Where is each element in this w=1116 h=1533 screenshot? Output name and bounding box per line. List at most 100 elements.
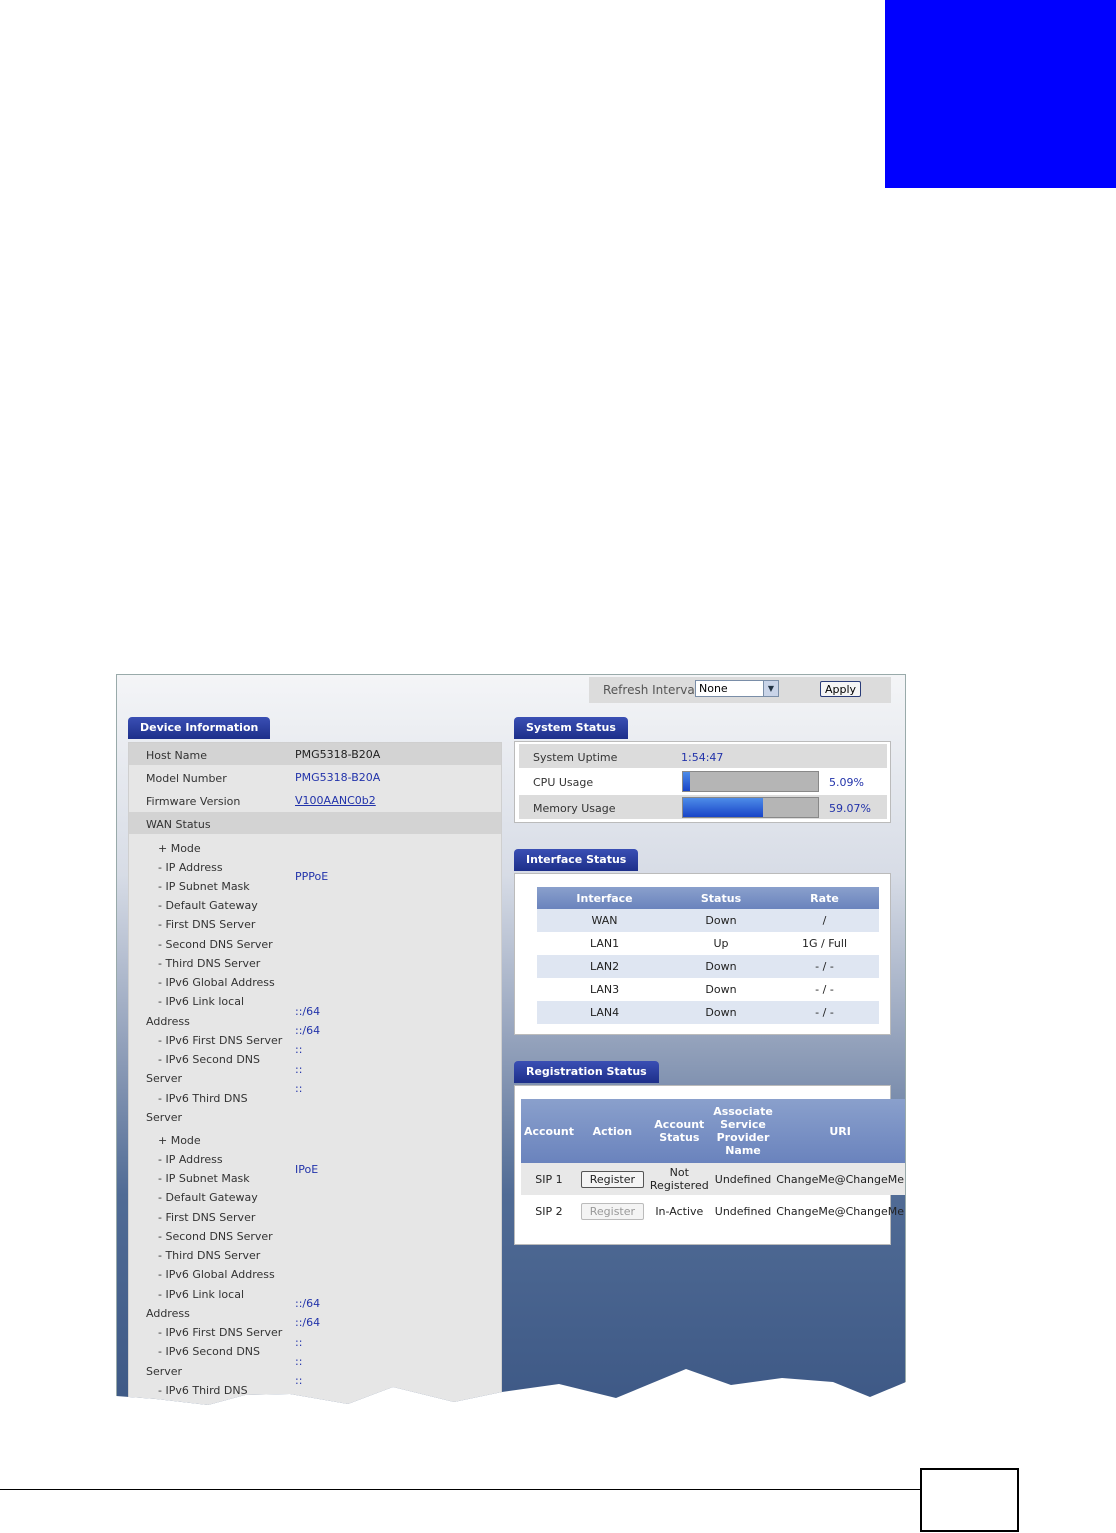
- status-cell: Down: [672, 1001, 770, 1024]
- action-cell: Register: [576, 1163, 648, 1195]
- wan1-ipv6-dns2-label-2: Server: [146, 1072, 183, 1085]
- wan2-ipv6-dns2-label: - IPv6 Second DNS: [158, 1345, 261, 1358]
- account-cell: SIP 2: [535, 1204, 563, 1218]
- host-name-value: PMG5318-B20A: [295, 748, 381, 761]
- wan1-ip-address-label: - IP Address: [158, 861, 223, 874]
- model-number-label: Model Number: [146, 772, 227, 785]
- system-uptime-row: System Uptime 1:54:47: [519, 744, 887, 768]
- wan2-subnet-label: - IP Subnet Mask: [158, 1172, 250, 1185]
- model-number-row: Model Number PMG5318-B20A: [129, 766, 501, 788]
- wan2-ipv6-dns3-label-2: Server: [146, 1403, 183, 1414]
- host-name-label: Host Name: [146, 749, 207, 762]
- col-provider-name: Associate Service Provider Name: [710, 1099, 776, 1163]
- memory-usage-label: Memory Usage: [533, 802, 616, 815]
- system-status-panel: System Uptime 1:54:47 CPU Usage 5.09% Me…: [514, 741, 891, 823]
- registration-status-panel: Account Action Account Status Associate …: [514, 1085, 905, 1245]
- col-account: Account: [521, 1099, 577, 1163]
- wan1-mode-toggle[interactable]: + Mode: [158, 842, 201, 855]
- rate-cell: 1G / Full: [769, 932, 879, 955]
- col-rate: Rate: [769, 887, 879, 909]
- table-row: LAN1 Up 1G / Full: [537, 932, 879, 955]
- wan1-dns2-label: - Second DNS Server: [158, 938, 273, 951]
- rate-cell: /: [769, 909, 879, 932]
- wan1-ipv6-global-label: - IPv6 Global Address: [158, 976, 275, 989]
- interface-cell: LAN1: [537, 932, 673, 955]
- wan2-ip-address-label: - IP Address: [158, 1153, 223, 1166]
- interface-cell: WAN: [537, 909, 673, 932]
- wan-status-row: WAN Status: [129, 812, 501, 834]
- system-uptime-label: System Uptime: [533, 751, 618, 764]
- wan1-ipv6-value-5: ::: [295, 1082, 303, 1095]
- wan2-dns3-label: - Third DNS Server: [158, 1249, 261, 1262]
- memory-usage-value: 59.07%: [829, 802, 871, 815]
- refresh-interval-select[interactable]: None ▼: [695, 680, 779, 697]
- table-row: LAN2 Down - / -: [537, 955, 879, 978]
- wan2-ipv6-global-label: - IPv6 Global Address: [158, 1268, 275, 1281]
- wan2-mode-toggle[interactable]: + Mode: [158, 1134, 201, 1147]
- firmware-link-text[interactable]: V100AANC0b2: [295, 794, 376, 807]
- wan1-gateway-label: - Default Gateway: [158, 899, 258, 912]
- wan1-ipv6-value-1: ::/64: [295, 1005, 321, 1018]
- apply-button[interactable]: Apply: [820, 681, 861, 697]
- register-button[interactable]: Register: [580, 1170, 645, 1188]
- wan2-dns2-label: - Second DNS Server: [158, 1230, 273, 1243]
- interface-cell: LAN3: [537, 978, 673, 1001]
- wan2-gateway-label: - Default Gateway: [158, 1191, 258, 1204]
- col-status: Status: [672, 887, 770, 909]
- chevron-down-icon[interactable]: ▼: [763, 681, 778, 696]
- provider-cell: Undefined: [714, 1204, 772, 1218]
- memory-usage-row: Memory Usage 59.07%: [519, 795, 887, 819]
- action-cell: Register: [577, 1195, 648, 1227]
- wan2-ipv6-dns3-label: - IPv6 Third DNS: [158, 1384, 248, 1397]
- wan1-dns3-label: - Third DNS Server: [158, 957, 261, 970]
- tab-interface-status: Interface Status: [514, 849, 639, 871]
- col-action: Action: [576, 1099, 648, 1163]
- rate-cell: - / -: [769, 955, 879, 978]
- cpu-usage-row: CPU Usage 5.09%: [519, 769, 887, 793]
- interface-cell: LAN4: [537, 1001, 673, 1024]
- cpu-usage-bar: [682, 771, 819, 792]
- wan2-ipv6-dns2-label-2: Server: [146, 1365, 183, 1378]
- refresh-label: Refresh Interval:: [603, 683, 703, 697]
- col-account-status: Account Status: [647, 1099, 711, 1163]
- wan2-ipv6-value-2: ::/64: [295, 1316, 321, 1329]
- wan2-ipv6-link-label-2: Address: [146, 1307, 190, 1320]
- host-name-row: Host Name PMG5318-B20A: [129, 743, 501, 765]
- register-button-disabled[interactable]: Register: [580, 1202, 645, 1220]
- wan1-ipv6-dns1-label: - IPv6 First DNS Server: [158, 1034, 283, 1047]
- wan1-ipv6-dns3-label: - IPv6 Third DNS: [158, 1092, 248, 1105]
- model-number-value: PMG5318-B20A: [295, 771, 381, 784]
- refresh-bar: Refresh Interval: None ▼ Apply: [589, 677, 891, 703]
- rate-cell: - / -: [769, 1001, 879, 1024]
- chapter-tab: [885, 0, 1116, 188]
- firmware-version-link[interactable]: V100AANC0b2: [295, 794, 376, 807]
- table-row: LAN4 Down - / -: [537, 1001, 879, 1024]
- wan2-ipv6-dns1-label: - IPv6 First DNS Server: [158, 1326, 283, 1339]
- status-cell: Down: [672, 955, 770, 978]
- wan1-ipv6-dns3-label-2: Server: [146, 1111, 183, 1124]
- wan2-ipv6-link-label: - IPv6 Link local: [158, 1288, 245, 1301]
- tab-device-information: Device Information: [128, 717, 271, 739]
- status-cell: Up: [672, 932, 770, 955]
- wan1-ipv6-value-3: ::: [295, 1043, 303, 1056]
- rate-cell: - / -: [769, 978, 879, 1001]
- account-status-cell: Not Registered: [647, 1163, 711, 1195]
- interface-header-row: Interface Status Rate: [537, 887, 879, 909]
- provider-cell: Undefined: [710, 1163, 776, 1195]
- table-row: WAN Down /: [537, 909, 879, 932]
- memory-usage-fill: [683, 798, 763, 817]
- wan1-subnet-label: - IP Subnet Mask: [158, 880, 250, 893]
- wan2-mode-value: IPoE: [295, 1163, 319, 1176]
- wan-status-title: WAN Status: [146, 818, 211, 831]
- wan1-ipv6-value-2: ::/64: [295, 1024, 321, 1037]
- firmware-version-row: Firmware Version V100AANC0b2: [129, 789, 501, 811]
- footer-rule: [0, 1489, 920, 1490]
- tab-registration-status: Registration Status: [514, 1061, 659, 1083]
- wan2-ipv6-value-5: ::: [295, 1374, 303, 1387]
- account-status-cell: In-Active: [655, 1204, 704, 1218]
- firmware-version-label: Firmware Version: [146, 795, 241, 808]
- page-number-box: [920, 1468, 1019, 1532]
- uri-cell: ChangeMe@ChangeMe: [775, 1163, 905, 1195]
- status-screenshot: Refresh Interval: None ▼ Apply Device In…: [116, 674, 906, 1414]
- interface-table: Interface Status Rate WAN Down / LAN1 Up 1G …: [537, 887, 879, 1024]
